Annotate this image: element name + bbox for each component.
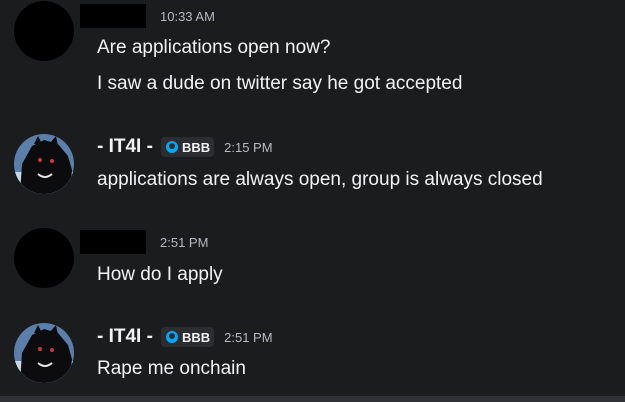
message-header: - IT4I - BBB 2:15 PM <box>97 135 273 159</box>
message-text: Are applications open now? <box>97 37 331 58</box>
tag-badge-icon <box>165 141 178 153</box>
server-tag-badge[interactable]: BBB <box>160 137 215 157</box>
message-text: How do I apply <box>97 264 223 285</box>
message-timestamp: 2:15 PM <box>224 139 273 155</box>
chat-bottom-strip <box>0 396 625 402</box>
message-timestamp: 2:51 PM <box>160 234 209 250</box>
message-header: - IT4I - BBB 2:51 PM <box>97 325 273 349</box>
avatar[interactable] <box>14 228 74 288</box>
message-text: Rape me onchain <box>97 358 246 379</box>
tag-badge-icon <box>165 331 178 343</box>
message-timestamp: 2:51 PM <box>224 329 273 345</box>
message-text: I saw a dude on twitter say he got accep… <box>97 73 463 94</box>
message-header: 2:51 PM <box>80 230 209 254</box>
message-header: 10:33 AM <box>80 4 215 28</box>
message-text: applications are always open, group is a… <box>97 169 543 190</box>
avatar[interactable] <box>14 134 74 194</box>
tag-label: BBB <box>181 329 211 345</box>
redacted-username <box>80 230 146 254</box>
username[interactable]: - IT4I - <box>97 136 153 158</box>
username[interactable]: - IT4I - <box>97 326 153 348</box>
redacted-username <box>80 4 146 28</box>
chat-message-list: 10:33 AM Are applications open now? I sa… <box>0 0 625 396</box>
message-timestamp: 10:33 AM <box>160 8 215 24</box>
avatar[interactable] <box>14 323 74 383</box>
tag-label: BBB <box>181 139 211 155</box>
avatar[interactable] <box>14 1 74 61</box>
server-tag-badge[interactable]: BBB <box>160 327 215 347</box>
